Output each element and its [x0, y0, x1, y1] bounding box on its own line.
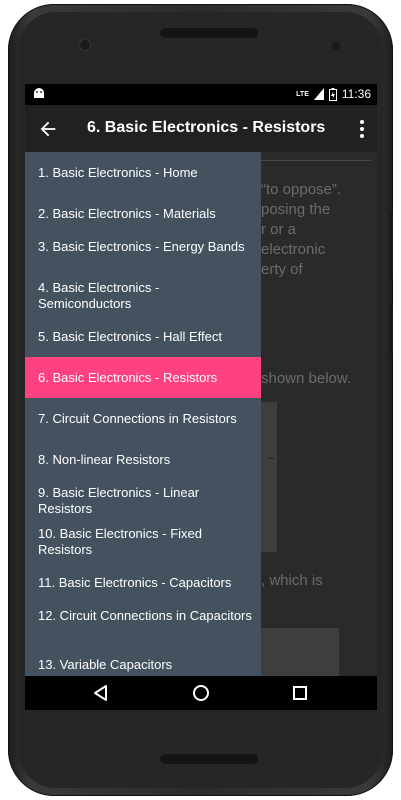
status-time: 11:36: [341, 87, 371, 101]
system-nav-bar: [25, 676, 377, 710]
para-line: “to oppose”.: [261, 181, 342, 198]
drawer-item-label: 5. Basic Electronics - Hall Effect: [38, 329, 222, 344]
more-vert-icon[interactable]: [359, 118, 365, 140]
drawer-item-circuit-resistors[interactable]: 7. Circuit Connections in Resistors: [25, 398, 261, 439]
content-divider: [261, 160, 371, 161]
article-paragraph: “to oppose”. posing the r or a electroni…: [261, 180, 377, 280]
battery-charging-icon: [328, 87, 337, 101]
drawer-item-label: 11. Basic Electronics - Capacitors: [38, 575, 232, 590]
drawer-item-label: 6. Basic Electronics - Resistors: [38, 370, 218, 385]
network-type-label: LTE: [296, 90, 309, 98]
drawer-item-variable-capacitors[interactable]: 13. Variable Capacitors: [25, 644, 261, 676]
status-bar: LTE 11:36: [25, 84, 377, 105]
drawer-item-home[interactable]: 1. Basic Electronics - Home: [25, 152, 261, 193]
drawer-item-energy-bands[interactable]: 3. Basic Electronics - Energy Bands: [25, 234, 261, 275]
drawer-item-label: 7. Circuit Connections in Resistors: [38, 411, 237, 426]
arrow-back-icon[interactable]: [37, 118, 59, 140]
volume-button[interactable]: [389, 210, 393, 280]
drawer-item-label: 3. Basic Electronics - Energy Bands: [38, 239, 245, 254]
drawer-item-fixed-resistors[interactable]: 10. Basic Electronics - Fixed Resistors: [25, 521, 261, 562]
bottom-speaker: [160, 754, 258, 764]
resistor-figure: [261, 402, 277, 552]
drawer-item-materials[interactable]: 2. Basic Electronics - Materials: [25, 193, 261, 234]
drawer-item-nonlinear-resistors[interactable]: 8. Non-linear Resistors: [25, 439, 261, 480]
recents-square-icon[interactable]: [290, 683, 310, 703]
drawer-item-circuit-capacitors[interactable]: 12. Circuit Connections in Capacitors: [25, 603, 261, 644]
drawer-item-label: 1. Basic Electronics - Home: [38, 165, 198, 180]
drawer-item-semiconductors[interactable]: 4. Basic Electronics - Semiconductors: [25, 275, 261, 316]
signal-icon: [313, 88, 324, 100]
para-line: erty of: [261, 261, 303, 278]
proximity-sensor: [332, 42, 340, 50]
drawer-item-label: 4. Basic Electronics - Semiconductors: [38, 280, 160, 311]
drawer-item-label: 9. Basic Electronics - Linear Resistors: [38, 485, 200, 516]
para-line: posing the: [261, 201, 331, 218]
drawer-item-label: 12. Circuit Connections in Capacitors: [38, 608, 252, 623]
drawer-item-resistors[interactable]: 6. Basic Electronics - Resistors: [25, 357, 261, 398]
article-text: shown below.: [261, 370, 352, 387]
drawer-item-hall-effect[interactable]: 5. Basic Electronics - Hall Effect: [25, 316, 261, 357]
device-screen: LTE 11:36 6. Basic Electronics - Resisto…: [25, 84, 377, 710]
drawer-item-linear-resistors[interactable]: 9. Basic Electronics - Linear Resistors: [25, 480, 261, 521]
power-button[interactable]: [389, 304, 393, 354]
drawer-item-capacitors[interactable]: 11. Basic Electronics - Capacitors: [25, 562, 261, 603]
para-line: r or a: [261, 221, 297, 238]
page-title: 6. Basic Electronics - Resistors: [87, 119, 326, 136]
app-toolbar: 6. Basic Electronics - Resistors: [25, 105, 377, 152]
navigation-drawer: 1. Basic Electronics - Home 2. Basic Ele…: [25, 152, 261, 676]
top-speaker: [160, 28, 258, 38]
capacitor-figure: [261, 628, 339, 676]
drawer-item-label: 2. Basic Electronics - Materials: [38, 206, 216, 221]
drawer-item-label: 10. Basic Electronics - Fixed Resistors: [38, 526, 203, 557]
front-camera: [80, 40, 90, 50]
android-notification-icon: [34, 88, 44, 98]
para-line: electronic: [261, 241, 326, 258]
drawer-item-label: 8. Non-linear Resistors: [38, 452, 171, 467]
drawer-item-label: 13. Variable Capacitors: [38, 657, 173, 672]
back-triangle-icon[interactable]: [91, 683, 111, 703]
home-circle-icon[interactable]: [191, 683, 211, 703]
figure-mark: [268, 458, 274, 459]
article-text: , which is: [261, 572, 323, 589]
